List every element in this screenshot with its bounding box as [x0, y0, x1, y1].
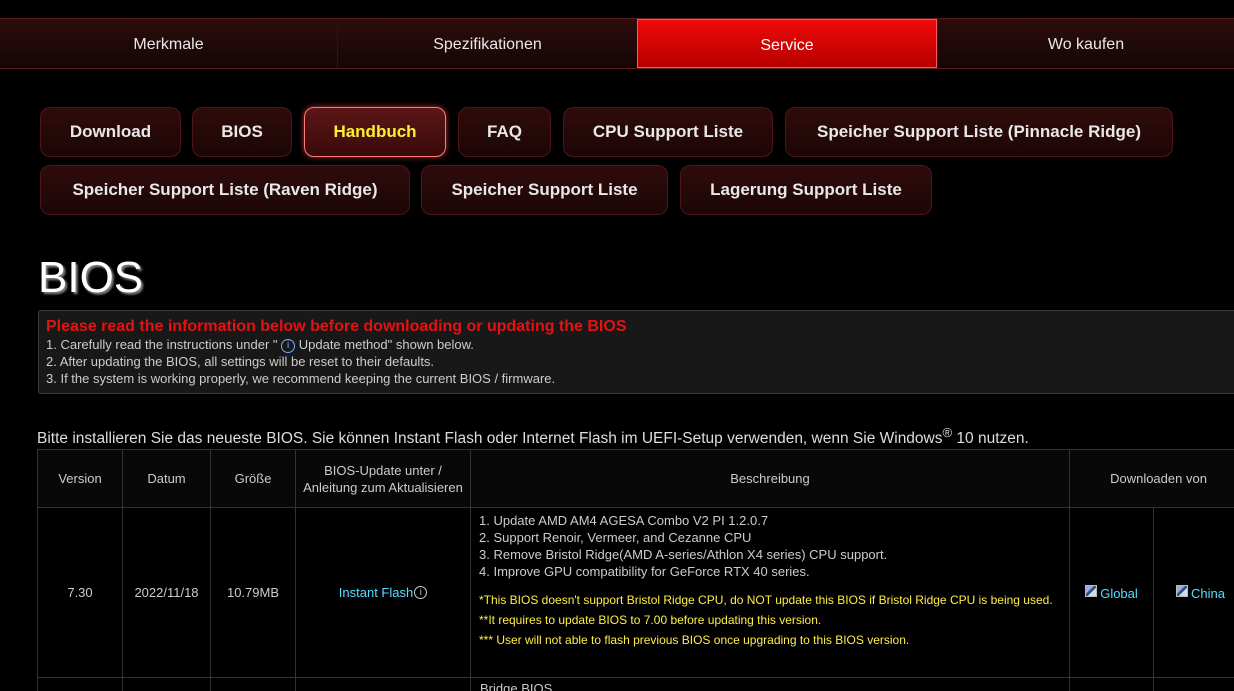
desc-item: 3. Remove Bristol Ridge(AMD A-series/Ath…: [479, 547, 888, 562]
cell-date: 2022/11/18: [122, 507, 211, 678]
cell-update-method: Instant Flash i: [295, 507, 471, 678]
header-version: Version: [37, 449, 123, 508]
intro-text-end: 10 nutzen.: [952, 430, 1029, 448]
notice-line-1-text-end: Update method" shown below.: [295, 337, 474, 352]
bios-intro-text: Bitte installieren Sie das neueste BIOS.…: [37, 425, 1029, 448]
cpu-support-list-button[interactable]: CPU Support Liste: [563, 107, 773, 157]
header-update-method: BIOS-Update unter / Anleitung zum Aktual…: [295, 449, 471, 508]
download-button[interactable]: Download: [40, 107, 181, 157]
desc-note: *** User will not able to flash previous…: [479, 633, 910, 647]
intro-text: Bitte installieren Sie das neueste BIOS.…: [37, 430, 943, 448]
notice-line-1: 1. Carefully read the instructions under…: [46, 336, 1234, 353]
desc-notes: *This BIOS doesn't support Bristol Ridge…: [479, 590, 1061, 650]
header-date: Datum: [122, 449, 211, 508]
tab-wo-kaufen[interactable]: Wo kaufen: [937, 19, 1234, 68]
header-description: Beschreibung: [470, 449, 1070, 508]
download-globe-icon: [1085, 584, 1098, 597]
table-cell-border: [295, 678, 296, 691]
table-cell-border: [1153, 678, 1154, 691]
memory-support-raven-button[interactable]: Speicher Support Liste (Raven Ridge): [40, 165, 410, 215]
download-global-link[interactable]: Global: [1100, 586, 1138, 601]
notice-line-1-text: 1. Carefully read the instructions under…: [46, 337, 282, 352]
table-cell-border: [37, 678, 38, 691]
table-row-partial: Bridge BIOS: [37, 677, 1234, 691]
header-size: Größe: [210, 449, 296, 508]
page-title: BIOS: [38, 253, 144, 302]
tab-spezifikationen[interactable]: Spezifikationen: [337, 19, 637, 68]
top-navigation: Merkmale Spezifikationen Service Wo kauf…: [0, 18, 1234, 69]
notice-line-2: 2. After updating the BIOS, all settings…: [46, 354, 435, 369]
desc-item: 4. Improve GPU compatibility for GeForce…: [479, 564, 810, 579]
table-header-row: Version Datum Größe BIOS-Update unter / …: [37, 449, 1234, 508]
info-icon: i: [281, 339, 296, 353]
partial-row-text: Bridge BIOS: [480, 681, 553, 691]
info-icon[interactable]: i: [414, 586, 428, 599]
bios-button[interactable]: BIOS: [192, 107, 292, 157]
table-cell-border: [1069, 678, 1070, 691]
handbuch-button[interactable]: Handbuch: [304, 107, 446, 157]
cell-size: 10.79MB: [210, 507, 296, 678]
cell-download-global: Global: [1069, 507, 1154, 678]
desc-note: *This BIOS doesn't support Bristol Ridge…: [479, 593, 1053, 607]
notice-warning: Please read the information below before…: [46, 318, 627, 335]
registered-mark: ®: [942, 425, 953, 440]
table-cell-border: [122, 678, 123, 691]
table-cell-border: [470, 678, 471, 691]
memory-support-pinnacle-button[interactable]: Speicher Support Liste (Pinnacle Ridge): [785, 107, 1173, 157]
instant-flash-link[interactable]: Instant Flash: [339, 585, 413, 600]
bios-table: Version Datum Größe BIOS-Update unter / …: [37, 449, 1234, 678]
storage-support-list-button[interactable]: Lagerung Support Liste: [680, 165, 932, 215]
tab-merkmale[interactable]: Merkmale: [0, 19, 337, 68]
header-download: Downloaden von: [1068, 449, 1234, 508]
bios-notice-box: Please read the information below before…: [38, 310, 1234, 394]
faq-button[interactable]: FAQ: [458, 107, 551, 157]
memory-support-list-button[interactable]: Speicher Support Liste: [421, 165, 668, 215]
download-china-link[interactable]: China: [1191, 586, 1225, 601]
desc-item: 2. Support Renoir, Vermeer, and Cezanne …: [479, 530, 752, 545]
cell-description: 1. Update AMD AM4 AGESA Combo V2 PI 1.2.…: [470, 507, 1070, 678]
table-row: 7.30 2022/11/18 10.79MB Instant Flash i 1…: [37, 507, 1234, 678]
table-cell-border: [210, 678, 211, 691]
download-globe-icon: [1176, 584, 1189, 597]
cell-version: 7.30: [37, 507, 123, 678]
cell-download-china: China: [1152, 507, 1234, 678]
notice-line-3: 3. If the system is working properly, we…: [46, 371, 556, 386]
desc-item: 1. Update AMD AM4 AGESA Combo V2 PI 1.2.…: [479, 513, 769, 528]
desc-note: **It requires to update BIOS to 7.00 bef…: [479, 613, 822, 627]
tab-service[interactable]: Service: [637, 19, 937, 68]
